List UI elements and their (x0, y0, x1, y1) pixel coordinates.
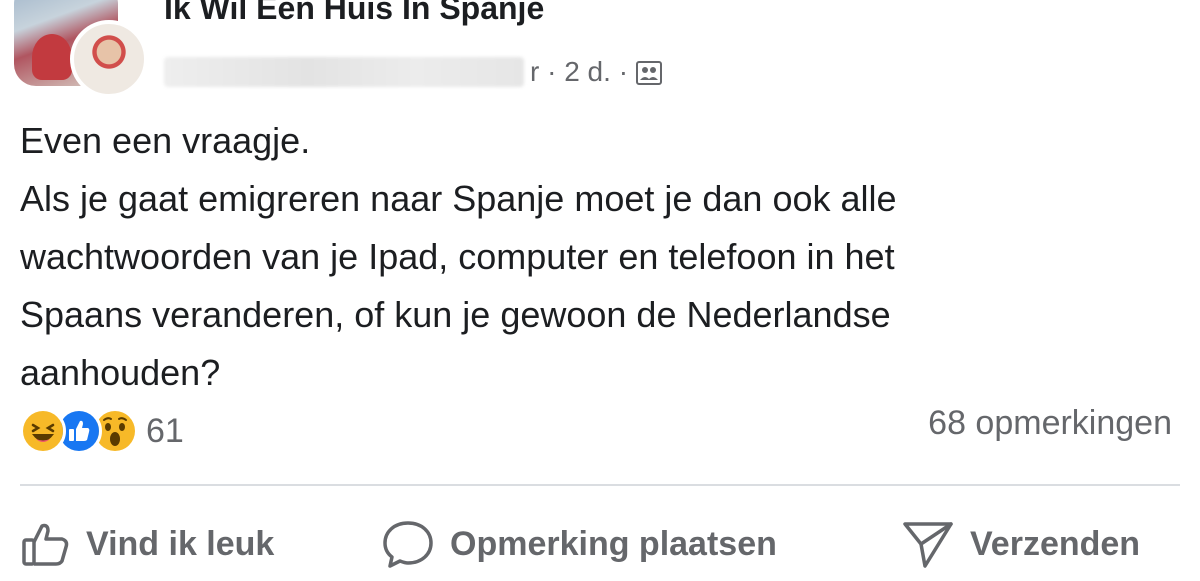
author-avatar (70, 20, 148, 98)
post-timestamp[interactable]: r · 2 d. · (530, 56, 628, 88)
comment-button-label: Opmerking plaatsen (450, 524, 777, 563)
send-icon (903, 522, 953, 568)
thumbs-up-icon (22, 523, 69, 566)
like-button[interactable]: Vind ik leuk (20, 512, 274, 576)
group-name-link[interactable]: Ik Wil Een Huis In Spanje (164, 0, 544, 27)
comment-bubble-icon (383, 521, 433, 568)
post-text-line: Als je gaat emigreren naar Spanje moet j… (20, 178, 897, 219)
like-button-label: Vind ik leuk (86, 524, 275, 563)
group-avatar[interactable] (14, 0, 148, 100)
comments-count-link[interactable]: 68 opmerkingen (928, 404, 1172, 443)
divider (20, 484, 1180, 486)
comment-button[interactable]: Opmerking plaatsen (380, 512, 777, 576)
reaction-count: 61 (146, 411, 184, 450)
facebook-post: Ik Wil Een Huis In Spanje r · 2 d. · Eve… (0, 0, 1200, 581)
post-text-line: aanhouden? (20, 352, 221, 393)
reactions-summary[interactable]: 61 (20, 406, 184, 456)
post-body: Even een vraagje. Als je gaat emigreren … (20, 112, 1180, 402)
author-name-redacted (164, 57, 524, 87)
post-text-line: wachtwoorden van je Ipad, computer en te… (20, 236, 895, 277)
send-button-label: Verzenden (970, 524, 1141, 563)
post-text-line: Spaans veranderen, of kun je gewoon de N… (20, 294, 891, 335)
haha-reaction-icon (20, 408, 66, 454)
post-actions-bar: Vind ik leuk Opmerking plaatsen Verzende… (0, 512, 1200, 576)
post-meta: r · 2 d. · (164, 52, 663, 92)
group-members-icon (636, 60, 663, 85)
send-button[interactable]: Verzenden (900, 512, 1140, 576)
post-text-line: Even een vraagje. (20, 120, 311, 161)
